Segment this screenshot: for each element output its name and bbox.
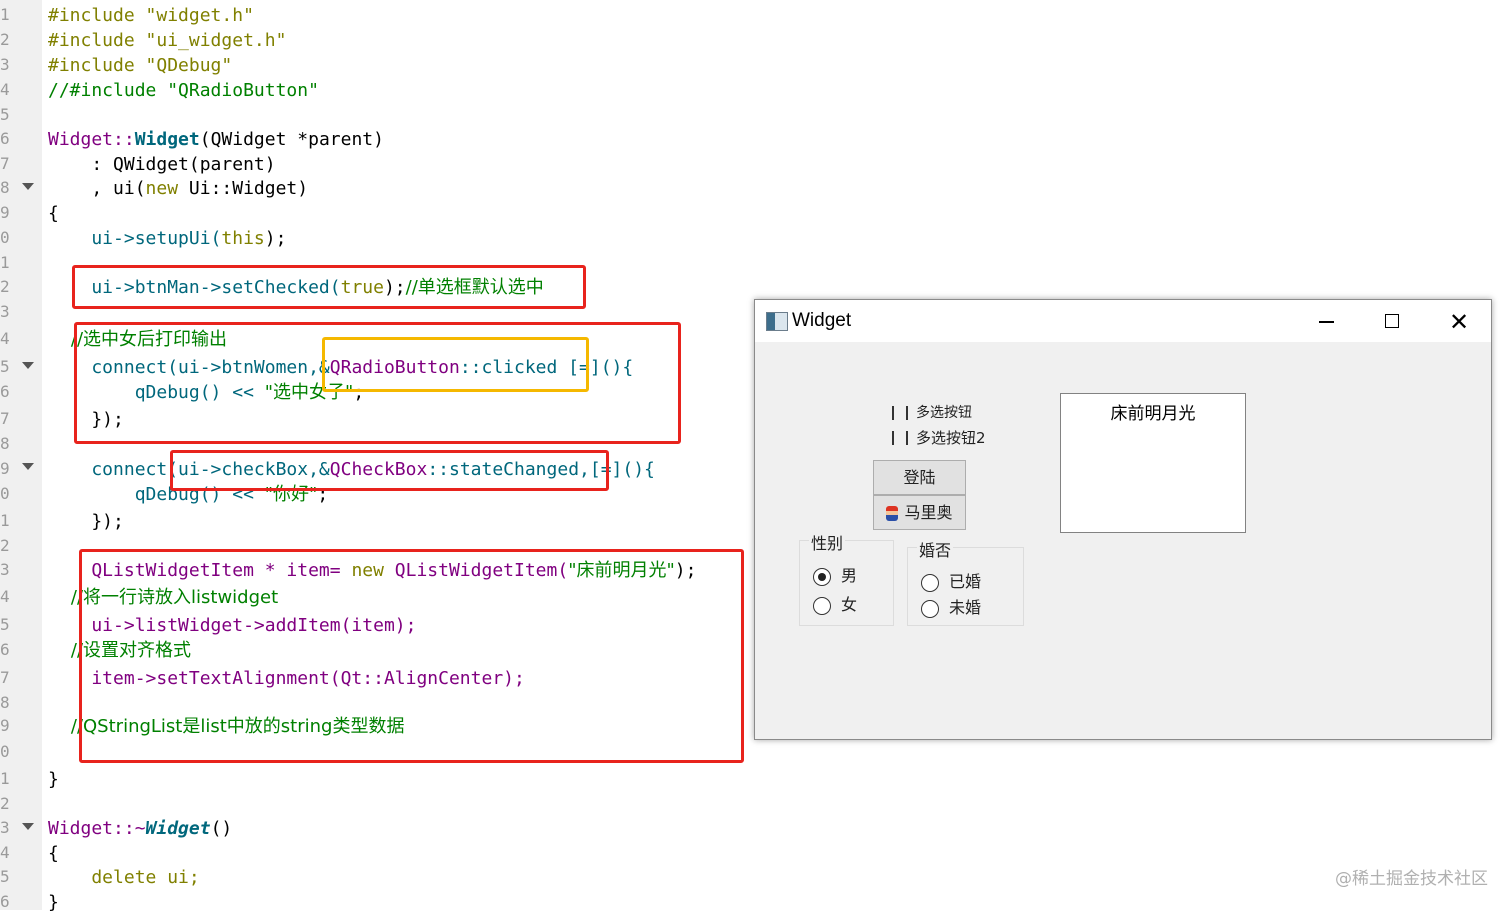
title-bar[interactable]: Widget ✕ <box>755 300 1491 342</box>
highlight-box-setchecked <box>72 265 586 309</box>
line-number: 8 <box>0 693 10 712</box>
radio-female-label: 女 <box>841 595 858 614</box>
line-number: 2 <box>0 277 10 296</box>
line-number: 7 <box>0 409 10 428</box>
list-item[interactable]: 床前明月光 <box>1061 399 1245 424</box>
line-number: 4 <box>0 843 10 862</box>
radio-indicator <box>813 596 831 615</box>
minimize-icon <box>1319 321 1334 323</box>
line-number: 8 <box>0 178 10 197</box>
highlight-box-listwidget <box>79 549 744 763</box>
gender-group-title: 性别 <box>809 530 846 554</box>
code-line: delete ui; <box>48 867 200 888</box>
line-number: 2 <box>0 794 10 813</box>
maximize-icon <box>1385 314 1399 328</box>
radio-female[interactable]: 女 <box>813 591 857 615</box>
code-line: Widget::Widget(QWidget *parent) <box>48 129 384 150</box>
list-widget[interactable]: 床前明月光 <box>1060 393 1246 533</box>
radio-indicator <box>921 599 939 618</box>
login-button-label: 登陆 <box>903 468 936 487</box>
line-number: 6 <box>0 640 10 659</box>
line-number: 4 <box>0 329 10 348</box>
close-button[interactable]: ✕ <box>1425 300 1491 342</box>
line-number: 1 <box>0 769 10 788</box>
highlight-box-checkbox <box>170 450 609 491</box>
checkbox-1-label: 多选按钮 <box>916 405 972 421</box>
window-title: Widget <box>792 310 852 331</box>
checkbox-1[interactable]: 多选按钮 <box>892 402 972 422</box>
radio-indicator <box>813 567 831 586</box>
mario-icon <box>886 506 899 521</box>
code-line: , ui(new Ui::Widget) <box>48 178 309 199</box>
line-number: 5 <box>0 615 10 634</box>
line-number: 6 <box>0 382 10 401</box>
line-number: 7 <box>0 154 10 173</box>
code-line: #include "widget.h" <box>48 5 254 26</box>
line-number: 9 <box>0 716 10 735</box>
marriage-group-title: 婚否 <box>917 537 954 561</box>
line-number: 9 <box>0 459 10 478</box>
radio-indicator <box>921 573 939 592</box>
mario-button-label: 马里奥 <box>904 503 953 522</box>
line-number: 1 <box>0 253 10 272</box>
maximize-button[interactable] <box>1359 300 1425 342</box>
highlight-box-qradiobutton <box>322 337 589 392</box>
line-number: 3 <box>0 818 10 837</box>
widget-window: Widget ✕ 多选按钮 多选按钮2 登陆 马里奥 性别 男 女 婚否 已婚 … <box>754 299 1492 740</box>
line-number: 1 <box>0 511 10 530</box>
line-number: 0 <box>0 742 10 761</box>
fold-arrow-icon[interactable] <box>22 183 34 190</box>
code-line: #include "QDebug" <box>48 55 233 76</box>
close-icon: ✕ <box>1449 308 1470 336</box>
line-number: 4 <box>0 80 10 99</box>
checkbox-2-label: 多选按钮2 <box>916 429 986 447</box>
line-number: 3 <box>0 560 10 579</box>
radio-selected-dot <box>818 572 826 581</box>
fold-arrow-icon[interactable] <box>22 463 34 470</box>
radio-married[interactable]: 已婚 <box>921 568 981 592</box>
line-number: 3 <box>0 55 10 74</box>
code-line: #include "ui_widget.h" <box>48 30 287 51</box>
line-number: 8 <box>0 434 10 453</box>
radio-unmarried-label: 未婚 <box>949 598 982 617</box>
checkbox-2[interactable]: 多选按钮2 <box>892 427 990 448</box>
line-number: 5 <box>0 357 10 376</box>
mario-button[interactable]: 马里奥 <box>873 495 966 530</box>
fold-arrow-icon[interactable] <box>22 823 34 830</box>
line-number: 2 <box>0 30 10 49</box>
line-number: 3 <box>0 302 10 321</box>
code-line: } <box>48 769 59 790</box>
fold-arrow-icon[interactable] <box>22 362 34 369</box>
checkbox-indicator <box>892 430 908 445</box>
line-number: 6 <box>0 129 10 148</box>
code-line: }); <box>48 511 124 532</box>
watermark: @稀土掘金技术社区 <box>1335 869 1488 889</box>
line-number: 0 <box>0 484 10 503</box>
login-button[interactable]: 登陆 <box>873 460 966 495</box>
code-line: { <box>48 843 59 864</box>
radio-married-label: 已婚 <box>949 572 982 591</box>
minimize-button[interactable] <box>1293 300 1359 342</box>
line-number: 4 <box>0 587 10 606</box>
line-number: 6 <box>0 892 10 911</box>
code-line: //#include "QRadioButton" <box>48 80 319 101</box>
code-line: } <box>48 892 59 913</box>
app-icon <box>766 312 788 331</box>
code-line: { <box>48 203 59 224</box>
line-number: 5 <box>0 105 10 124</box>
line-number: 9 <box>0 203 10 222</box>
code-line: : QWidget(parent) <box>48 154 276 175</box>
code-line: Widget::~Widget() <box>48 818 233 839</box>
line-number: 0 <box>0 228 10 247</box>
code-line: ui->setupUi(this); <box>48 228 287 249</box>
radio-male-label: 男 <box>841 566 858 585</box>
line-number: 5 <box>0 867 10 886</box>
checkbox-indicator <box>892 405 908 420</box>
line-number: 1 <box>0 5 10 24</box>
radio-unmarried[interactable]: 未婚 <box>921 594 981 618</box>
line-number: 7 <box>0 668 10 687</box>
radio-male[interactable]: 男 <box>813 562 857 586</box>
line-number: 2 <box>0 536 10 555</box>
